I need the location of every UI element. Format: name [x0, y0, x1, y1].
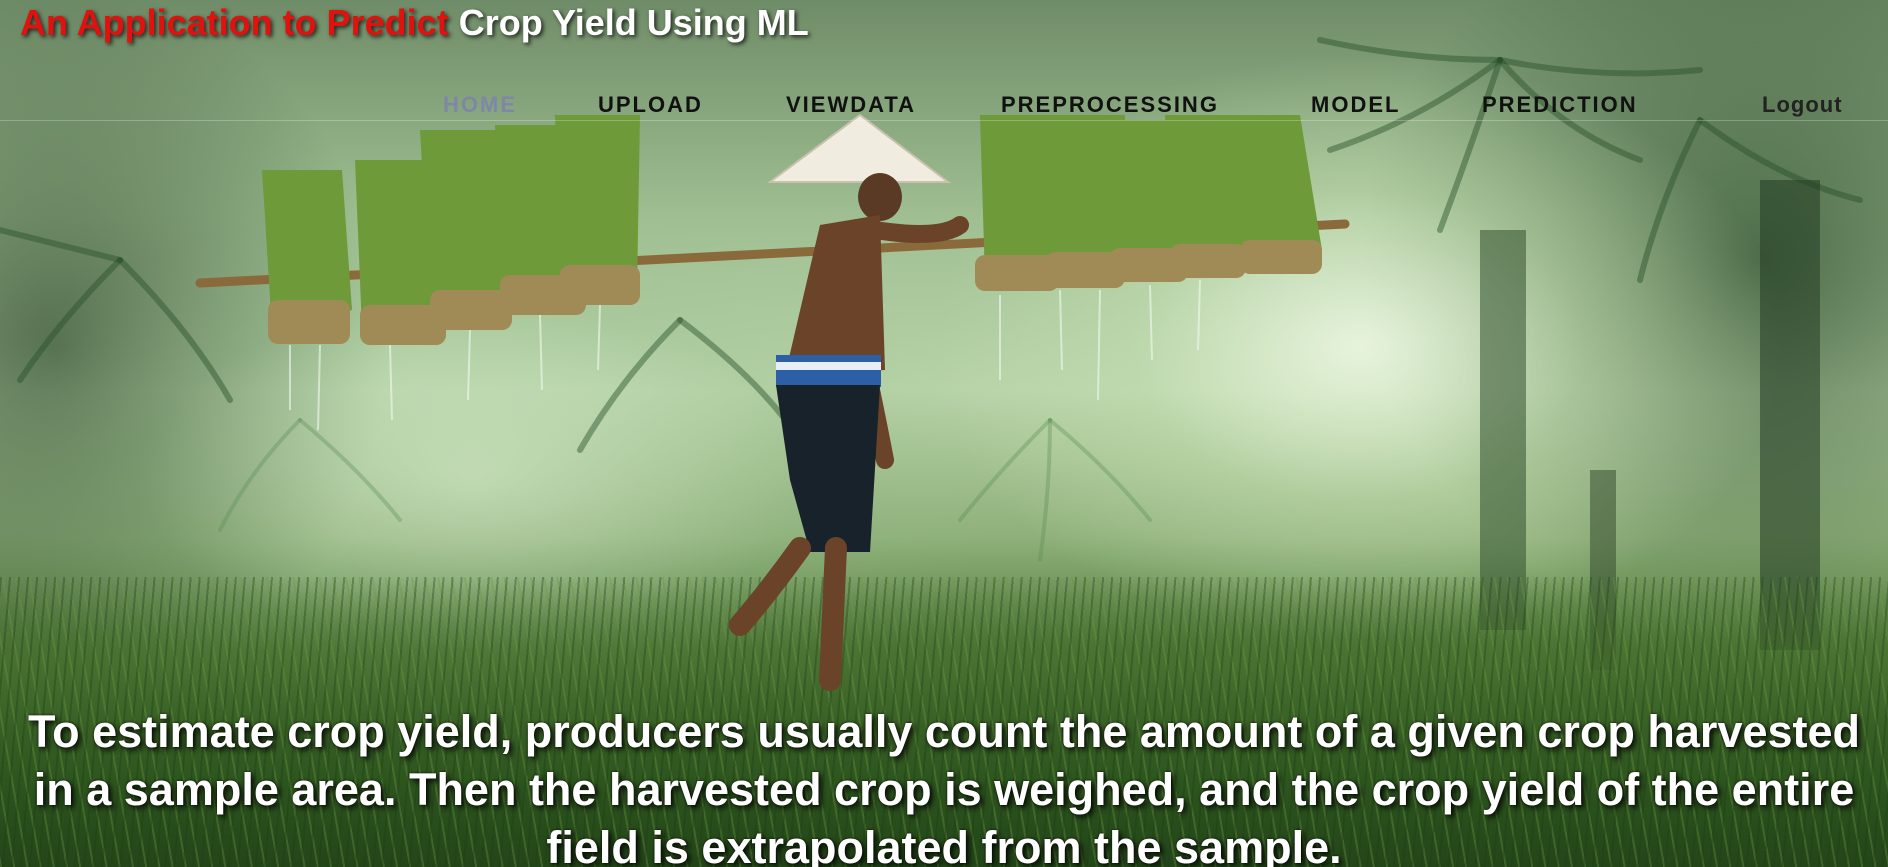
nav-prediction[interactable]: PREDICTION	[1482, 92, 1638, 118]
nav-upload[interactable]: UPLOAD	[598, 92, 703, 118]
logout-link[interactable]: Logout	[1762, 92, 1843, 118]
nav-home[interactable]: HOME	[443, 92, 517, 118]
nav-preprocessing[interactable]: PREPROCESSING	[1001, 92, 1219, 118]
hero-caption: To estimate crop yield, producers usuall…	[27, 706, 1861, 867]
app-title-main: Crop Yield Using ML	[458, 2, 809, 43]
nav-viewdata[interactable]: VIEWDATA	[786, 92, 916, 118]
app-title-accent: An Application to Predict	[20, 2, 449, 43]
main-navigation: HOME UPLOAD VIEWDATA PREPROCESSING MODEL…	[0, 92, 1888, 121]
nav-model[interactable]: MODEL	[1311, 92, 1400, 118]
right-rice-bundles	[975, 115, 1322, 401]
left-rice-bundles	[262, 115, 640, 431]
app-title: An Application to Predict Crop Yield Usi…	[20, 2, 809, 44]
farmer-figure	[729, 113, 969, 691]
